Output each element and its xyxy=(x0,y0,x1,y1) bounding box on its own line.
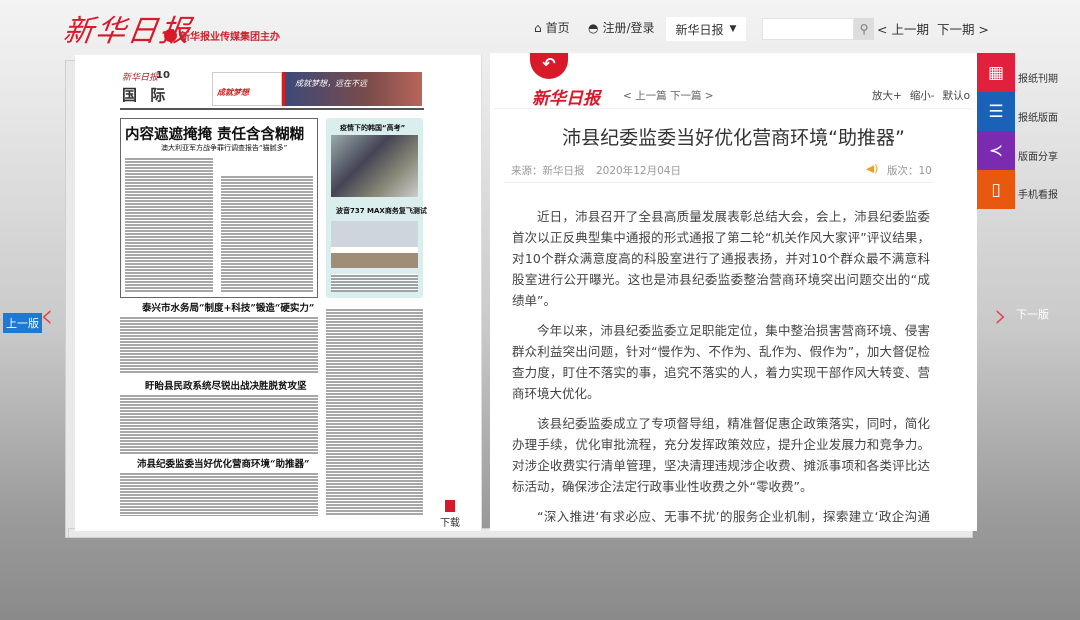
headline-3[interactable]: 盱眙县民政系统尽锐出战决胜脱贫攻坚 xyxy=(145,378,307,392)
article-source: 来源：新华日报 xyxy=(511,165,585,177)
page-section: 国 际 xyxy=(122,86,170,104)
text-block xyxy=(120,316,318,374)
paragraph: 今年以来，沛县纪委监委立足职能定位，集中整治损害营商环境、侵害群众利益突出问题，… xyxy=(512,323,930,401)
headline-main: 内容遮遮掩掩 责任含含糊糊 xyxy=(125,127,305,143)
issue-nav: < 上一期 下一期 > xyxy=(877,19,989,38)
search-input[interactable] xyxy=(762,18,854,40)
list-icon: ☰ xyxy=(988,101,1004,122)
divider xyxy=(504,182,934,183)
download-label: 下载 xyxy=(440,518,460,529)
chevron-right-icon[interactable]: › xyxy=(994,296,1008,336)
next-issue-link[interactable]: 下一期 > xyxy=(937,19,989,38)
text-block xyxy=(120,472,318,516)
chevron-left-icon[interactable]: ‹ xyxy=(40,296,54,336)
paragraph: 该县纪委监委成立了专项督导组，精准督促惠企政策落实，同时，简化办理手续，优化审批… xyxy=(512,416,930,494)
zoom-out-button[interactable]: 缩小- xyxy=(910,88,935,103)
sidebar-label-share[interactable]: 版面分享 xyxy=(1018,148,1058,163)
calendar-icon: ▦ xyxy=(987,62,1005,83)
sidebar-label-mobile[interactable]: 手机看报 xyxy=(1018,186,1058,201)
page-header: 新华日报 10 国 际 成就梦想 成就梦想，远在不远 xyxy=(120,70,424,110)
photo-korea xyxy=(331,135,418,197)
ad-box[interactable]: 成就梦想 xyxy=(212,72,282,106)
ad-banner[interactable]: 成就梦想，远在不远 xyxy=(282,72,422,106)
paper-select-value: 新华日报 xyxy=(675,22,724,37)
sublogo-text: 新华报业传媒集团主办 xyxy=(180,32,280,43)
pdf-icon xyxy=(445,500,455,512)
photo-plane xyxy=(331,221,418,268)
mobile-button[interactable]: ▯ xyxy=(977,170,1015,209)
user-icon: ◓ xyxy=(588,20,599,35)
sidebar-label-calendar[interactable]: 报纸刊期 xyxy=(1018,70,1058,85)
article-edition: 版次：10 xyxy=(887,165,932,177)
zoom-default-button[interactable]: 默认o xyxy=(943,88,970,103)
caret-down-icon: ▼ xyxy=(729,24,737,34)
article-prev-next[interactable]: < 上一篇 下一篇 > xyxy=(623,88,714,103)
text-column xyxy=(125,157,213,293)
headline-2[interactable]: 泰兴市水务局“制度+科技”锻造“硬实力” xyxy=(142,300,314,314)
home-link[interactable]: ⌂ 首页 xyxy=(534,19,570,36)
next-page-button[interactable]: 下一版 xyxy=(1016,306,1049,322)
headline-4[interactable]: 沛县纪委监委当好优化营商环境“助推器” xyxy=(137,456,309,470)
site-sublogo: 新华报业传媒集团主办 xyxy=(164,28,280,43)
zoom-in-button[interactable]: 放大+ xyxy=(872,88,902,103)
sidebar-label-layout[interactable]: 报纸版面 xyxy=(1018,109,1058,124)
article-title: 沛县纪委监委当好优化营商环境“助推器” xyxy=(562,127,905,149)
newspaper-page-image[interactable]: 新华日报 10 国 际 成就梦想 成就梦想，远在不远 内容遮遮掩掩 责任含含糊糊… xyxy=(120,70,427,518)
paragraph: 近日，沛县召开了全县高质量发展表彰总结大会，会上，沛县纪委监委首次以正反典型集中… xyxy=(512,209,930,308)
group-logo-icon xyxy=(164,29,177,42)
home-icon: ⌂ xyxy=(534,20,542,35)
article-body: 近日，沛县召开了全县高质量发展表彰总结大会，会上，沛县纪委监委首次以正反典型集中… xyxy=(512,206,930,531)
search-icon: ⚲ xyxy=(859,22,869,36)
photo-title-1: 疫情下的韩国“高考” xyxy=(340,124,406,132)
speaker-icon[interactable]: ◀) xyxy=(866,163,878,175)
caption xyxy=(331,274,418,292)
paragraph: “深入推进‘有求必应、无事不扰’的服务企业机制，探索建立‘政企沟通日’、服务企业… xyxy=(512,509,930,531)
login-label: 注册/登录 xyxy=(602,21,655,35)
divider xyxy=(494,108,972,109)
prev-page-button[interactable]: 上一版 xyxy=(3,313,42,333)
download-button[interactable]: 下载 xyxy=(440,500,460,529)
article-block-main[interactable]: 内容遮遮掩掩 责任含含糊糊 澳大利亚军方战争罪行调查报告“猫腻多” xyxy=(120,118,318,298)
prev-issue-link[interactable]: < 上一期 xyxy=(877,19,929,38)
calendar-button[interactable]: ▦ xyxy=(977,53,1015,92)
mobile-icon: ▯ xyxy=(991,179,1001,200)
text-block xyxy=(120,394,318,454)
photo-block[interactable]: 疫情下的韩国“高考” 波音737 MAX商务复飞测试 xyxy=(326,118,427,298)
photo-title-2: 波音737 MAX商务复飞测试 xyxy=(336,207,427,215)
share-icon: ≺ xyxy=(988,140,1004,161)
font-size-controls: 放大+ 缩小- 默认o xyxy=(872,88,970,103)
home-label: 首页 xyxy=(545,21,570,35)
text-column xyxy=(221,175,313,293)
article-body-viewport[interactable]: 近日，沛县召开了全县高质量发展表彰总结大会，会上，沛县纪委监委首次以正反典型集中… xyxy=(490,195,977,531)
page-number: 10 xyxy=(156,70,170,81)
article-logo: 新华日报 xyxy=(532,89,600,109)
paper-select[interactable]: 新华日报 ▼ xyxy=(666,17,746,41)
share-button[interactable]: ≺ xyxy=(977,131,1015,170)
text-block-right xyxy=(326,308,423,516)
login-link[interactable]: ◓ 注册/登录 xyxy=(588,19,655,36)
layout-list-button[interactable]: ☰ xyxy=(977,92,1015,131)
subhead-main: 澳大利亚军方战争罪行调查报告“猫腻多” xyxy=(161,144,288,152)
search-button[interactable]: ⚲ xyxy=(854,18,874,40)
article-date: 2020年12月04日 xyxy=(596,165,681,177)
page-brand: 新华日报 xyxy=(122,73,159,83)
